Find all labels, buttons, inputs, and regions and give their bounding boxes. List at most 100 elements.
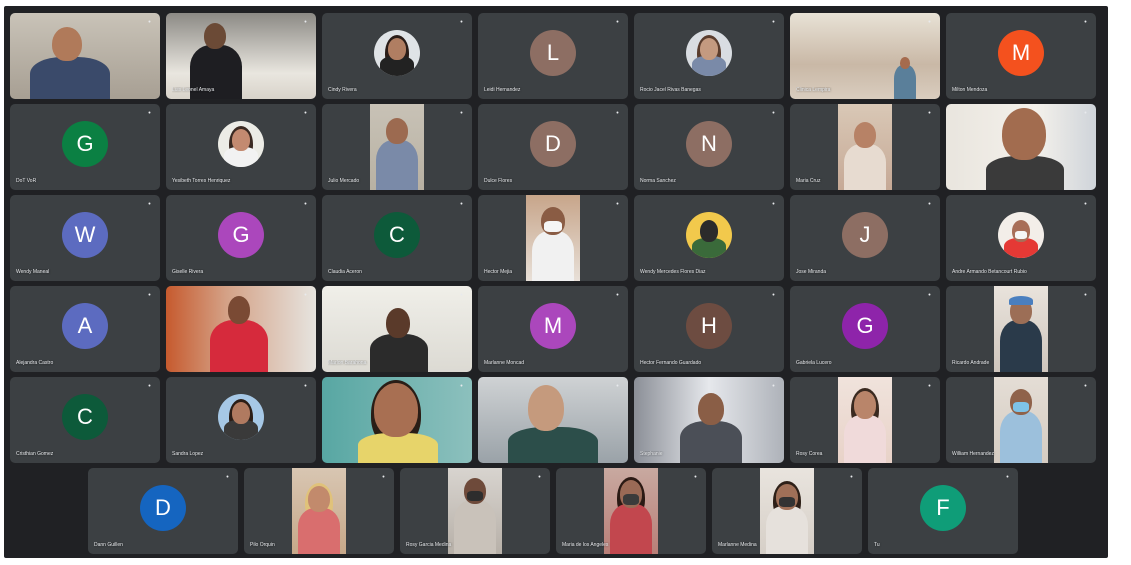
participant-tile[interactable]: D • Dann Guillen [88, 468, 238, 554]
participant-tile[interactable]: N • Norma Sanchez [634, 104, 784, 190]
participant-avatar: G [842, 303, 888, 349]
participant-tile[interactable]: • Marlon Barahona [322, 286, 472, 372]
participant-tile[interactable]: • Cindy Rivera [322, 13, 472, 99]
mic-muted-icon: • [460, 292, 463, 299]
participant-tile[interactable]: M • Marlanne Moncad [478, 286, 628, 372]
participant-name: Claudia Aceron [328, 269, 362, 275]
mic-muted-icon: • [1006, 474, 1009, 481]
participant-name: DoT VoR [16, 178, 37, 184]
participant-name: Tu [874, 542, 880, 548]
participant-avatar: J [842, 212, 888, 258]
participant-name: Norma Sanchez [640, 178, 676, 184]
participant-tile[interactable]: H • Hector Fernando Guardado [634, 286, 784, 372]
participant-avatar: W [62, 212, 108, 258]
participant-tile[interactable]: J • Jose Miranda [790, 195, 940, 281]
participant-tile[interactable]: • Maria de los Angeles [556, 468, 706, 554]
mic-muted-icon: • [928, 110, 931, 117]
participant-avatar: F [920, 485, 966, 531]
participant-avatar: L [530, 30, 576, 76]
face-mask [467, 491, 483, 501]
mic-muted-icon: • [1084, 19, 1087, 26]
participant-tile[interactable]: • Hector Mejia [478, 195, 628, 281]
participant-name: Ricardo Andrade [952, 360, 990, 366]
participant-tile[interactable]: • Rosy Garcia Medina [400, 468, 550, 554]
participant-name: Dulce Flores [484, 178, 513, 184]
mic-muted-icon: • [460, 19, 463, 26]
participant-tile[interactable]: • Yesibeth Torres Henriquez [166, 104, 316, 190]
participant-tile[interactable]: • Stephanie [634, 377, 784, 463]
participant-tile[interactable]: W • Wendy Maneal [10, 195, 160, 281]
participant-tile[interactable]: C • Claudia Aceron [322, 195, 472, 281]
participant-tile[interactable]: • Ricardo Andrade [946, 286, 1096, 372]
participant-photo [374, 30, 420, 76]
participant-head [232, 402, 250, 424]
participant-name: Julio Mercado [328, 178, 360, 184]
participant-tile[interactable]: • [10, 13, 160, 99]
participant-tile[interactable]: • William Hernandez [946, 377, 1096, 463]
participant-tile[interactable]: G • DoT VoR [10, 104, 160, 190]
participant-name: Maria Cruz [796, 178, 821, 184]
participant-body [210, 320, 268, 372]
mic-muted-icon: • [382, 474, 385, 481]
participant-tile[interactable]: • Andre Armando Betancourt Rubio [946, 195, 1096, 281]
participant-tile[interactable]: • Maria Cruz [790, 104, 940, 190]
participant-tile[interactable]: • Julio Mercado [322, 104, 472, 190]
participant-body [894, 65, 916, 99]
participant-name: Luis Leonel Amaya [172, 87, 215, 93]
participant-avatar: M [530, 303, 576, 349]
participant-tile[interactable]: • [322, 377, 472, 463]
participant-name: Jose Miranda [796, 269, 827, 275]
participant-tile[interactable]: • Pilo Orquin [244, 468, 394, 554]
mic-muted-icon: • [460, 110, 463, 117]
participant-tile[interactable]: D • Dulce Flores [478, 104, 628, 190]
participant-tile[interactable]: • Wendy Mercedes Flores Diaz [634, 195, 784, 281]
participant-tile[interactable]: A • Alejandra Castro [10, 286, 160, 372]
participant-tile[interactable]: G • Gabriela Lucero [790, 286, 940, 372]
face-mask [623, 494, 639, 505]
participant-head [228, 296, 250, 324]
participant-name: Cindy Rivera [328, 87, 357, 93]
participant-tile[interactable]: M • Milton Mendoza [946, 13, 1096, 99]
participant-tile[interactable]: • [478, 377, 628, 463]
participant-video [478, 377, 628, 463]
mic-muted-icon: • [694, 474, 697, 481]
participant-avatar: H [686, 303, 732, 349]
mic-muted-icon: • [616, 110, 619, 117]
participant-name: Milton Mendoza [952, 87, 988, 93]
participant-tile[interactable]: • Sandra Lopez [166, 377, 316, 463]
participant-head [386, 118, 408, 144]
participant-name: Clinica Lempira [796, 87, 831, 93]
participant-tile[interactable]: • Luis Leonel Amaya [166, 13, 316, 99]
mic-muted-icon: • [616, 383, 619, 390]
participant-name: Hector Mejia [484, 269, 513, 275]
participant-head [900, 57, 910, 69]
participant-tile[interactable]: F • Tu [868, 468, 1018, 554]
participant-video [166, 286, 316, 372]
participant-tile[interactable]: • Rocio Jacel Rivas Banegas [634, 13, 784, 99]
participant-tile[interactable]: • [166, 286, 316, 372]
participant-tile[interactable]: • [946, 104, 1096, 190]
participant-photo [686, 30, 732, 76]
mic-muted-icon: • [772, 19, 775, 26]
participant-tile[interactable]: • Clinica Lempira [790, 13, 940, 99]
participant-name: Pilo Orquin [250, 542, 275, 548]
mic-muted-icon: • [1084, 201, 1087, 208]
participant-tile[interactable]: C • Cristhian Gomez [10, 377, 160, 463]
mic-muted-icon: • [460, 383, 463, 390]
participant-head [386, 308, 410, 338]
participant-tile[interactable]: L • Leidi Hernandez [478, 13, 628, 99]
mic-muted-icon: • [148, 201, 151, 208]
mic-muted-icon: • [304, 110, 307, 117]
participant-body [358, 433, 438, 463]
mic-muted-icon: • [148, 19, 151, 26]
participant-tile[interactable]: G • Giselle Rivera [166, 195, 316, 281]
participant-name: Rocio Jacel Rivas Banegas [640, 87, 701, 93]
participant-avatar: D [530, 121, 576, 167]
participant-name: Dann Guillen [94, 542, 123, 548]
mic-muted-icon: • [226, 474, 229, 481]
participant-head [308, 486, 330, 512]
screenshot-frame: • • Luis Leonel Amaya • Cindy Rivera L • Leidi … [0, 0, 1131, 565]
participant-tile[interactable]: • Rosy Corea [790, 377, 940, 463]
participant-head [854, 122, 876, 148]
participant-tile[interactable]: • Marlanne Medina [712, 468, 862, 554]
